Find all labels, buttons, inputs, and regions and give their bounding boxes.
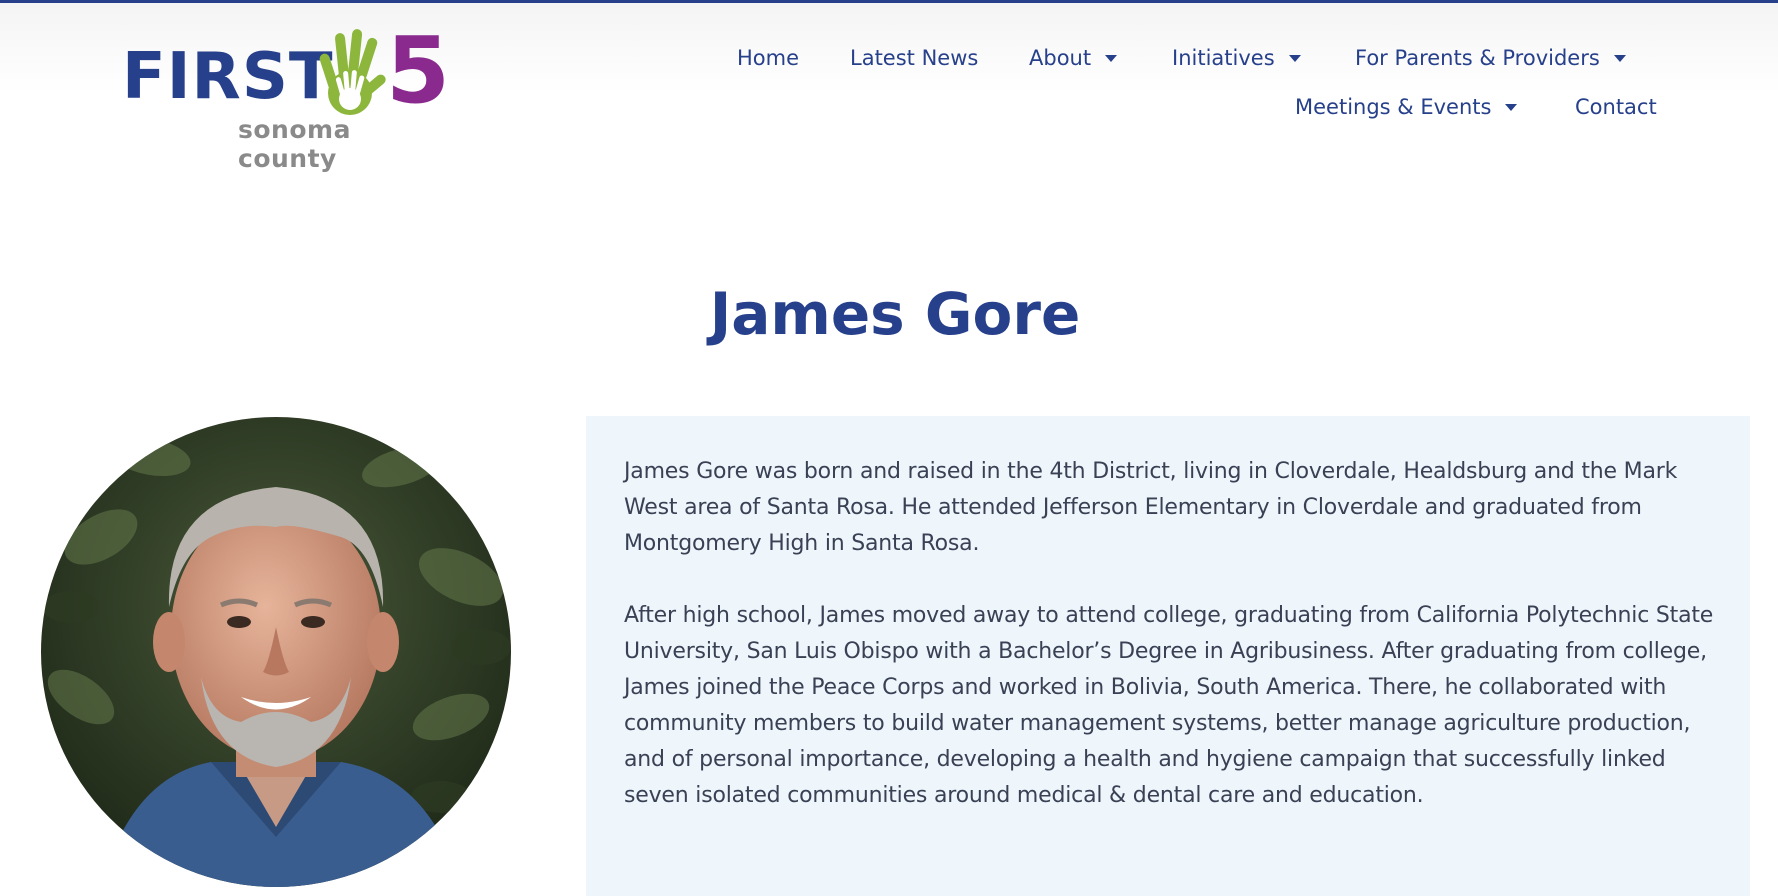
- bio-card: James Gore was born and raised in the 4t…: [586, 416, 1750, 896]
- nav-item-label: Initiatives: [1172, 46, 1275, 70]
- hand-icon: [319, 29, 386, 115]
- nav-item-label: Meetings & Events: [1295, 95, 1492, 119]
- bio-paragraph: After high school, James moved away to a…: [624, 603, 1714, 808]
- nav-item-meetings-events[interactable]: Meetings & Events: [1295, 95, 1518, 119]
- nav-item-contact[interactable]: Contact: [1575, 95, 1657, 119]
- logo-five-text: 5: [386, 17, 451, 124]
- nav-item-label: About: [1029, 46, 1092, 70]
- nav-item-label: Contact: [1575, 95, 1657, 119]
- bio-paragraph: James Gore was born and raised in the 4t…: [624, 459, 1678, 556]
- nav-item-label: Home: [737, 46, 800, 70]
- page-title: James Gore: [709, 280, 1081, 348]
- first5-logo[interactable]: FIRST 5 sonoma county: [120, 17, 451, 174]
- nav-item-label: For Parents & Providers: [1355, 46, 1600, 70]
- nav-item-initiatives[interactable]: Initiatives: [1172, 46, 1301, 70]
- nav-item-label: Latest News: [850, 46, 979, 70]
- logo-subtitle: sonoma county: [238, 115, 351, 173]
- logo-first-text: FIRST: [122, 40, 334, 114]
- profile-photo: [41, 417, 511, 887]
- caret-down-icon: [1288, 54, 1301, 62]
- nav-item-home[interactable]: Home: [737, 46, 799, 70]
- caret-down-icon: [1105, 54, 1118, 62]
- caret-down-icon: [1613, 54, 1626, 62]
- nav-item-about[interactable]: About: [1029, 46, 1118, 70]
- nav-item-parents-providers[interactable]: For Parents & Providers: [1355, 46, 1626, 70]
- caret-down-icon: [1505, 103, 1518, 111]
- nav-item-latest-news[interactable]: Latest News: [850, 46, 978, 70]
- site-header: FIRST 5 sonoma county Home Latest News A…: [0, 3, 1778, 174]
